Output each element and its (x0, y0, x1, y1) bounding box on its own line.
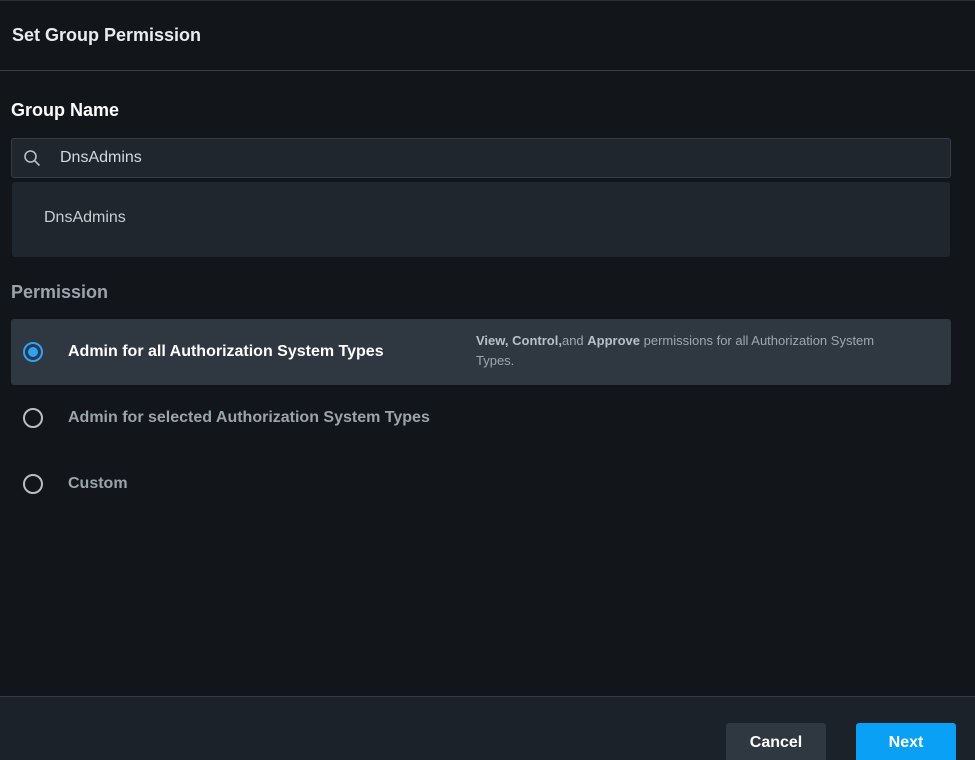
radio-button[interactable] (23, 474, 43, 494)
option-admin-selected[interactable]: Admin for selected Authorization System … (11, 385, 951, 451)
next-button[interactable]: Next (856, 723, 956, 760)
option-label: Admin for all Authorization System Types (68, 343, 384, 360)
radio-button[interactable] (23, 408, 43, 428)
dialog-footer: Cancel Next (0, 696, 975, 760)
group-suggestions-dropdown: DnsAdmins (12, 182, 950, 257)
option-custom[interactable]: Custom (11, 451, 951, 517)
option-label: Custom (68, 475, 128, 492)
option-description: View, Control,and Approve permissions fo… (476, 331, 896, 371)
option-admin-all[interactable]: Admin for all Authorization System Types… (11, 319, 951, 385)
cancel-button[interactable]: Cancel (726, 723, 826, 760)
option-label: Admin for selected Authorization System … (68, 409, 430, 426)
suggestion-item[interactable]: DnsAdmins (44, 209, 126, 227)
group-search-input[interactable] (60, 139, 920, 177)
desc-text-and: and (561, 333, 588, 348)
group-search-box[interactable] (11, 138, 951, 178)
search-icon (24, 150, 40, 166)
set-group-permission-dialog: Set Group Permission Group Name DnsAdmin… (0, 0, 975, 760)
desc-bold-view-control: View, Control, (476, 333, 562, 348)
desc-bold-approve: Approve (587, 333, 641, 348)
permission-label: Permission (11, 282, 109, 302)
dialog-title: Set Group Permission (12, 25, 202, 45)
dialog-header: Set Group Permission (0, 0, 975, 71)
radio-button-checked[interactable] (23, 342, 43, 362)
group-name-label: Group Name (11, 100, 120, 120)
